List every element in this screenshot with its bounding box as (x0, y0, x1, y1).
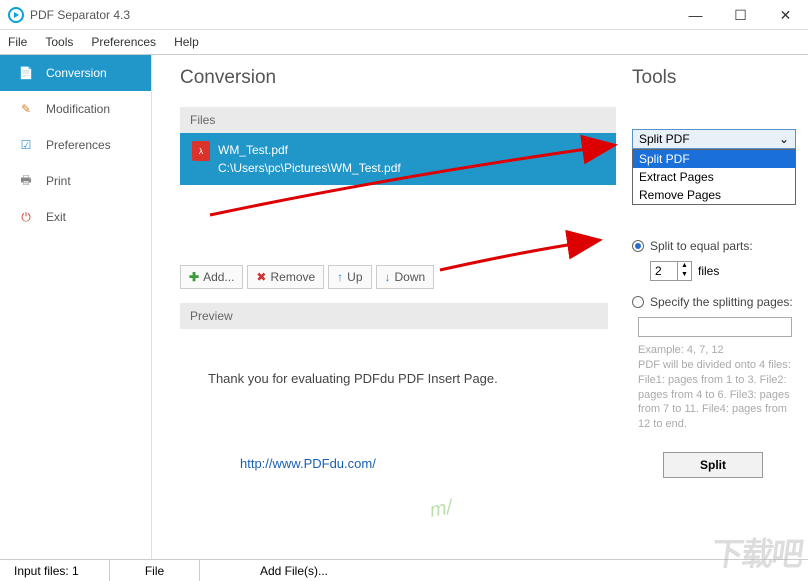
menu-tools[interactable]: Tools (45, 35, 73, 49)
sidebar-item-print[interactable]: 🖶 Print (0, 163, 151, 199)
preview-header: Preview (180, 303, 608, 329)
preview-pane: Thank you for evaluating PDFdu PDF Inser… (180, 331, 608, 471)
window-title: PDF Separator 4.3 (30, 8, 130, 22)
dropdown-option[interactable]: Extract Pages (633, 168, 795, 186)
operation-dropdown[interactable]: Split PDF ⌄ Split PDF Extract Pages Remo… (632, 129, 796, 205)
file-path: C:\Users\pc\Pictures\WM_Test.pdf (218, 159, 401, 177)
radio-icon (632, 296, 644, 308)
app-icon (8, 7, 24, 23)
radio-equal-parts[interactable]: Split to equal parts: (632, 239, 794, 253)
parts-spinner[interactable]: ▲▼ (650, 261, 692, 281)
spinner-down-icon[interactable]: ▼ (678, 271, 691, 280)
watermark-main: 下载吧 (709, 529, 805, 575)
radio-specify-pages[interactable]: Specify the splitting pages: (632, 295, 794, 309)
down-button[interactable]: ↓Down (376, 265, 435, 289)
dropdown-option[interactable]: Split PDF (633, 150, 795, 168)
split-button[interactable]: Split (663, 452, 763, 478)
sidebar-item-label: Conversion (46, 66, 107, 80)
maximize-button[interactable]: ☐ (718, 0, 763, 30)
chevron-down-icon: ⌄ (779, 132, 789, 146)
remove-button[interactable]: ✖Remove (247, 265, 324, 289)
pages-input[interactable] (638, 317, 792, 337)
watermark-small: m/ (428, 496, 454, 523)
arrow-down-icon: ↓ (385, 270, 391, 284)
add-button[interactable]: ✚Add... (180, 265, 243, 289)
power-icon: ⏻ (18, 209, 34, 225)
dropdown-selected: Split PDF (639, 132, 690, 146)
printer-icon: 🖶 (18, 173, 34, 189)
content-area: Conversion Files λ WM_Test.pdf C:\Users\… (152, 55, 624, 559)
x-icon: ✖ (256, 270, 266, 284)
tools-heading: Tools (632, 67, 794, 89)
spinner-unit: files (698, 264, 719, 278)
radio-icon (632, 240, 644, 252)
page-title: Conversion (180, 67, 616, 89)
pdf-icon: λ (192, 141, 210, 161)
example-text: Example: 4, 7, 12 (638, 343, 794, 358)
menubar: File Tools Preferences Help (0, 30, 808, 55)
minimize-button[interactable]: — (673, 0, 718, 30)
up-button[interactable]: ↑Up (328, 265, 371, 289)
titlebar: PDF Separator 4.3 — ☐ ✕ (0, 0, 808, 30)
arrow-up-icon: ↑ (337, 270, 343, 284)
sidebar-item-label: Print (46, 174, 71, 188)
menu-preferences[interactable]: Preferences (91, 35, 156, 49)
sidebar-item-label: Preferences (46, 138, 111, 152)
status-file-button[interactable]: File (110, 560, 200, 581)
preview-link[interactable]: http://www.PDFdu.com/ (240, 456, 376, 471)
pencil-icon: ✎ (18, 101, 34, 117)
status-input-files: Input files: 1 (0, 560, 110, 581)
menu-file[interactable]: File (8, 35, 27, 49)
sidebar-item-conversion[interactable]: 📄 Conversion (0, 55, 151, 91)
menu-help[interactable]: Help (174, 35, 199, 49)
statusbar: Input files: 1 File Add File(s)... (0, 559, 808, 581)
check-icon: ☑ (18, 137, 34, 153)
sidebar-item-label: Exit (46, 210, 66, 224)
sidebar-item-exit[interactable]: ⏻ Exit (0, 199, 151, 235)
document-icon: 📄 (18, 65, 34, 81)
dropdown-option[interactable]: Remove Pages (633, 186, 795, 204)
file-name: WM_Test.pdf (218, 141, 401, 159)
plus-icon: ✚ (189, 270, 199, 284)
parts-input[interactable] (651, 262, 677, 280)
close-button[interactable]: ✕ (763, 0, 808, 30)
help-text: PDF will be divided onto 4 files: File1:… (638, 358, 794, 432)
sidebar-item-preferences[interactable]: ☑ Preferences (0, 127, 151, 163)
sidebar-item-modification[interactable]: ✎ Modification (0, 91, 151, 127)
preview-text: Thank you for evaluating PDFdu PDF Inser… (208, 371, 580, 386)
file-list-item[interactable]: λ WM_Test.pdf C:\Users\pc\Pictures\WM_Te… (180, 133, 616, 185)
dropdown-list: Split PDF Extract Pages Remove Pages (632, 149, 796, 205)
spinner-up-icon[interactable]: ▲ (678, 262, 691, 271)
sidebar-item-label: Modification (46, 102, 110, 116)
files-header: Files (180, 107, 616, 133)
sidebar: 📄 Conversion ✎ Modification ☑ Preference… (0, 55, 152, 559)
tools-panel: Tools Split PDF ⌄ Split PDF Extract Page… (624, 55, 808, 559)
file-details: WM_Test.pdf C:\Users\pc\Pictures\WM_Test… (218, 141, 401, 177)
